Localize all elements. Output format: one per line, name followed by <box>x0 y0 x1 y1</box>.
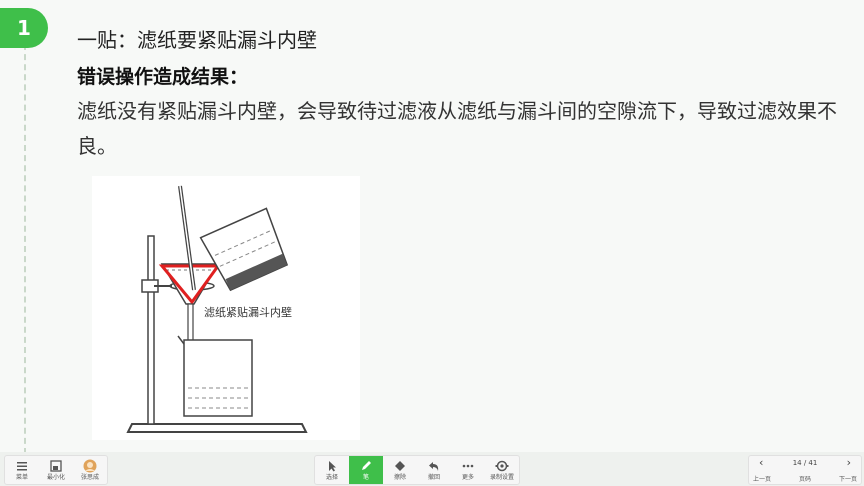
select-icon <box>326 458 338 474</box>
menu-icon <box>16 458 28 474</box>
undo-label: 撤回 <box>427 474 440 481</box>
bottom-toolbar: 菜单 最小化 张思成 选择 笔 擦除 撤回 更多 录制设置 ‹ 14 / 41 … <box>0 452 864 486</box>
step-connector-line <box>24 44 26 454</box>
eraser-tool-button[interactable]: 擦除 <box>383 456 417 484</box>
recording-settings-label: 录制设置 <box>489 474 514 481</box>
page-navigator: ‹ 14 / 41 › 上一页 页码 下一页 <box>748 455 862 485</box>
rule-heading: 一贴：滤纸要紧贴漏斗内壁 <box>77 28 317 52</box>
diagram-caption: 滤纸紧贴漏斗内壁 <box>204 305 292 319</box>
next-page-label: 下一页 <box>838 476 857 483</box>
prev-page-label: 上一页 <box>753 476 772 483</box>
minimize-button[interactable]: 最小化 <box>39 456 73 484</box>
menu-button[interactable]: 菜单 <box>5 456 39 484</box>
eraser-tool-label: 擦除 <box>393 474 406 481</box>
page-number-label: 页码 <box>799 476 812 483</box>
consequence-heading: 错误操作造成结果： <box>77 66 249 88</box>
pen-tool-label: 笔 <box>362 474 369 481</box>
undo-icon <box>428 458 440 474</box>
menu-label: 菜单 <box>15 474 28 481</box>
user-profile-button[interactable]: 张思成 <box>73 456 107 484</box>
more-icon <box>462 458 474 474</box>
recording-settings-button[interactable]: 录制设置 <box>485 456 519 484</box>
eraser-icon <box>394 458 406 474</box>
step-number-badge: 1 <box>0 8 48 48</box>
user-name-label: 张思成 <box>80 474 99 481</box>
left-tool-group: 菜单 最小化 张思成 <box>4 455 108 485</box>
pen-tool-button[interactable]: 笔 <box>349 456 383 484</box>
next-page-button[interactable]: › <box>847 456 851 469</box>
settings-icon <box>495 458 509 474</box>
more-label: 更多 <box>461 474 474 481</box>
chevron-right-icon: › <box>846 456 851 469</box>
minimize-icon <box>50 458 62 474</box>
page-indicator[interactable]: 14 / 41 <box>749 459 861 467</box>
slide-canvas: 1 一贴：滤纸要紧贴漏斗内壁 错误操作造成结果： 滤纸没有紧贴漏斗内壁，会导致待… <box>0 0 864 454</box>
select-tool-button[interactable]: 选择 <box>315 456 349 484</box>
filtration-diagram: 滤纸紧贴漏斗内壁 <box>92 176 360 440</box>
minimize-label: 最小化 <box>46 474 65 481</box>
center-tool-group: 选择 笔 擦除 撤回 更多 录制设置 <box>314 455 520 485</box>
filtration-apparatus-illustration: 滤纸紧贴漏斗内壁 <box>126 185 308 433</box>
undo-button[interactable]: 撤回 <box>417 456 451 484</box>
select-tool-label: 选择 <box>325 474 338 481</box>
avatar-icon <box>83 458 97 474</box>
more-button[interactable]: 更多 <box>451 456 485 484</box>
pen-icon <box>360 458 372 474</box>
consequence-paragraph: 滤纸没有紧贴漏斗内壁，会导致待过滤液从滤纸与漏斗间的空隙流下，导致过滤效果不良。 <box>77 99 837 158</box>
